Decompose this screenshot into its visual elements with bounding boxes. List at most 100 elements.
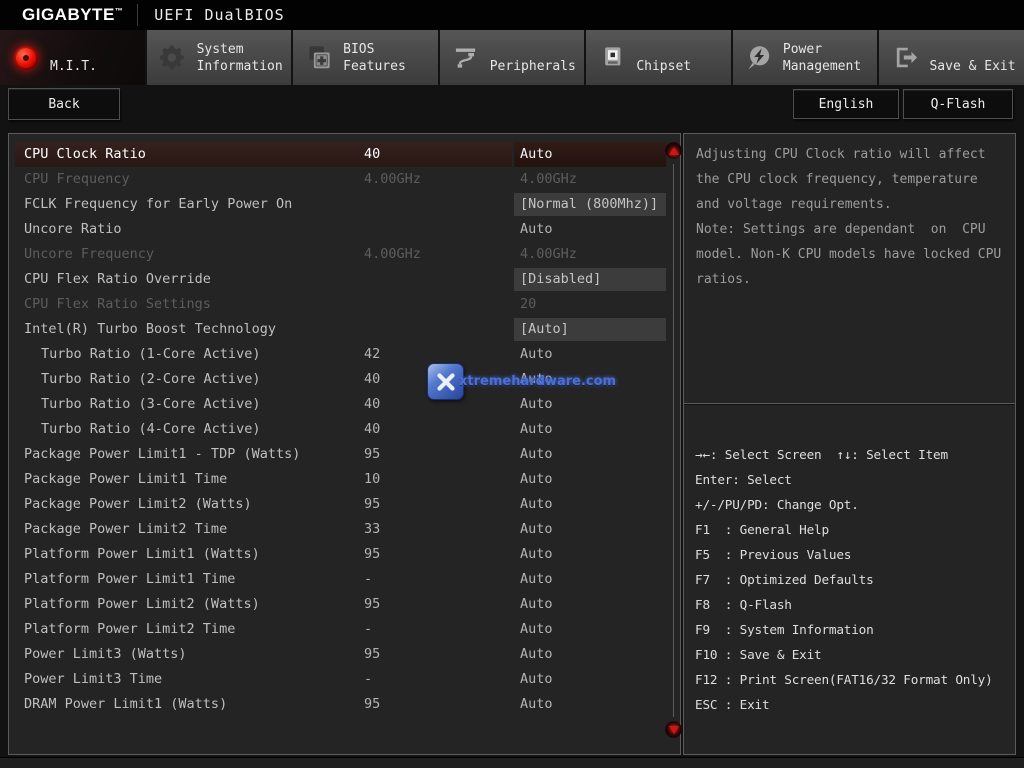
setting-label: FCLK Frequency for Early Power On [24, 192, 292, 217]
bottom-strip [0, 757, 1024, 768]
hotkey-line: F8 : Q-Flash [695, 592, 1013, 617]
setting-row[interactable]: CPU Flex Ratio Settings20 [9, 292, 680, 317]
help-text-line: ratios. [696, 267, 1010, 292]
hotkey-legend: →←: Select Screen ↑↓: Select ItemEnter: … [695, 442, 1013, 717]
setting-row[interactable]: Package Power Limit2 (Watts)95Auto [9, 492, 680, 517]
tab-save-exit[interactable]: Save & Exit [879, 30, 1024, 85]
setting-option-value: Auto [520, 642, 553, 667]
panel-divider [684, 403, 1015, 404]
setting-label: Intel(R) Turbo Boost Technology [24, 317, 276, 342]
top-bar: GIGABYTE™ UEFI DualBIOS [0, 0, 1024, 30]
qflash-button[interactable]: Q-Flash [903, 89, 1013, 119]
setting-option-value: Auto [520, 567, 553, 592]
setting-current-value: 40 [364, 142, 380, 167]
setting-label: Platform Power Limit2 (Watts) [24, 592, 260, 617]
setting-row[interactable]: Package Power Limit2 Time33Auto [9, 517, 680, 542]
setting-current-value: 40 [364, 392, 380, 417]
scroll-down-indicator[interactable] [665, 721, 682, 738]
setting-current-value: - [364, 617, 372, 642]
setting-current-value: 40 [364, 367, 380, 392]
setting-option-value: Auto [520, 692, 553, 717]
scrollbar-track[interactable] [673, 164, 674, 717]
hotkey-line: F5 : Previous Values [695, 542, 1013, 567]
setting-current-value: 95 [364, 592, 380, 617]
setting-option-value: [Disabled] [514, 268, 666, 291]
setting-row[interactable]: Platform Power Limit2 Time-Auto [9, 617, 680, 642]
setting-current-value: - [364, 567, 372, 592]
tab-power-management[interactable]: PowerManagement [733, 30, 878, 85]
setting-label: CPU Frequency [24, 167, 130, 192]
scroll-up-indicator[interactable] [665, 142, 682, 159]
tab-label: Peripherals [490, 41, 576, 75]
setting-label: Uncore Frequency [24, 242, 154, 267]
setting-label: Turbo Ratio (2-Core Active) [41, 367, 260, 392]
setting-row[interactable]: CPU Clock Ratio 40 Auto [9, 142, 680, 167]
setting-row[interactable]: CPU Frequency4.00GHz4.00GHz [9, 167, 680, 192]
setting-row[interactable]: Intel(R) Turbo Boost Technology[Auto] [9, 317, 680, 342]
setting-label: Uncore Ratio [24, 217, 122, 242]
setting-option-value: Auto [520, 542, 553, 567]
setting-option-value: 4.00GHz [520, 167, 577, 192]
setting-current-value: 4.00GHz [364, 242, 421, 267]
setting-label: Package Power Limit1 - TDP (Watts) [24, 442, 300, 467]
tab-chipset[interactable]: Chipset [586, 30, 731, 85]
tab-peripherals[interactable]: Peripherals [440, 30, 585, 85]
help-text-line: the CPU clock frequency, temperature [696, 167, 1010, 192]
setting-row[interactable]: Uncore Frequency 4.00GHz 4.00GHz [9, 242, 680, 267]
setting-option-value: Auto [520, 467, 553, 492]
setting-row[interactable]: Package Power Limit1 Time10Auto [9, 467, 680, 492]
setting-option-value: Auto [514, 142, 666, 167]
hotkey-line: F7 : Optimized Defaults [695, 567, 1013, 592]
setting-row[interactable]: Power Limit3 (Watts)95Auto [9, 642, 680, 667]
setting-row[interactable]: Platform Power Limit1 Time-Auto [9, 567, 680, 592]
tab-mit[interactable]: M.I.T. [0, 30, 145, 85]
tab-label: M.I.T. [50, 41, 97, 75]
setting-current-value: 95 [364, 492, 380, 517]
setting-row[interactable]: FCLK Frequency for Early Power On[Normal… [9, 192, 680, 217]
help-text-line: and voltage requirements. [696, 192, 1010, 217]
power-bolt-icon [745, 44, 773, 72]
setting-option-value: Auto [520, 442, 553, 467]
setting-label: Power Limit3 Time [24, 667, 162, 692]
tab-label: BIOSFeatures [343, 41, 406, 75]
peripherals-icon [452, 44, 480, 72]
setting-label: Platform Power Limit2 Time [24, 617, 235, 642]
tab-system-information[interactable]: SystemInformation [147, 30, 292, 85]
trademark-mark: ™ [115, 6, 124, 15]
hotkey-line: F1 : General Help [695, 517, 1013, 542]
tab-label: Chipset [636, 41, 691, 75]
back-button[interactable]: Back [8, 88, 120, 120]
bios-chip-icon [305, 44, 333, 72]
setting-label: CPU Clock Ratio [24, 142, 146, 167]
exit-door-icon [891, 44, 919, 72]
hotkey-line: F12 : Print Screen(FAT16/32 Format Only) [695, 667, 1013, 692]
setting-current-value: 95 [364, 442, 380, 467]
hotkey-line: F9 : System Information [695, 617, 1013, 642]
setting-current-value: 95 [364, 642, 380, 667]
setting-row[interactable]: Power Limit3 Time-Auto [9, 667, 680, 692]
bios-title: UEFI DualBIOS [154, 6, 284, 24]
setting-option-value: 4.00GHz [520, 242, 577, 267]
mit-led-icon [12, 44, 40, 72]
setting-row[interactable]: Platform Power Limit2 (Watts)95Auto [9, 592, 680, 617]
setting-row[interactable]: Uncore RatioAuto [9, 217, 680, 242]
language-button[interactable]: English [793, 89, 899, 119]
hotkey-line: F10 : Save & Exit [695, 642, 1013, 667]
help-text: Adjusting CPU Clock ratio will affectthe… [696, 142, 1010, 292]
setting-current-value: 42 [364, 342, 380, 367]
help-text-line: model. Non-K CPU models have locked CPU [696, 242, 1010, 267]
setting-option-value: Auto [520, 667, 553, 692]
setting-label: Turbo Ratio (3-Core Active) [41, 392, 260, 417]
setting-row[interactable]: Platform Power Limit1 (Watts)95Auto [9, 542, 680, 567]
setting-row[interactable]: Turbo Ratio (4-Core Active)40Auto [9, 417, 680, 442]
setting-row[interactable]: DRAM Power Limit1 (Watts)95Auto [9, 692, 680, 717]
hotkey-line: ESC : Exit [695, 692, 1013, 717]
hotkey-line: +/-/PU/PD: Change Opt. [695, 492, 1013, 517]
setting-row[interactable]: Package Power Limit1 - TDP (Watts) 95 Auto [9, 442, 680, 467]
setting-option-value: Auto [520, 417, 553, 442]
gigabyte-logo: GIGABYTE™ [22, 5, 123, 25]
hotkey-line: →←: Select Screen ↑↓: Select Item [695, 442, 1013, 467]
tab-bios-features[interactable]: BIOSFeatures [293, 30, 438, 85]
tab-label: PowerManagement [783, 41, 861, 75]
setting-row[interactable]: CPU Flex Ratio Override[Disabled] [9, 267, 680, 292]
